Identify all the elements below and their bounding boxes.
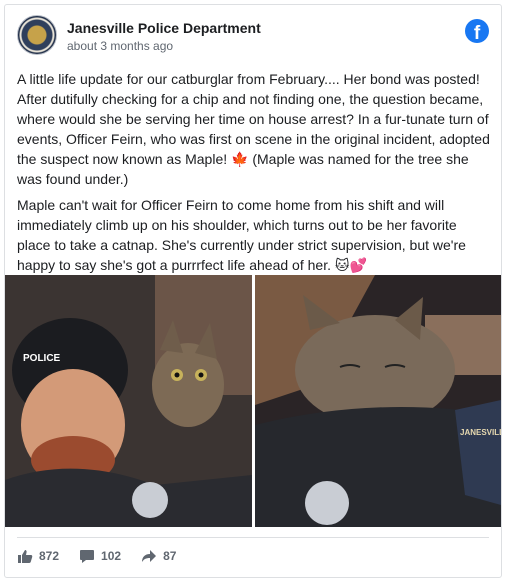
share-arrow-icon — [142, 549, 157, 562]
post-timestamp[interactable]: about 3 months ago — [67, 39, 173, 53]
svg-text:POLICE: POLICE — [23, 353, 61, 364]
photo-officer-with-cat[interactable]: POLICE — [5, 275, 252, 527]
post-paragraph: Maple can't wait for Officer Feirn to co… — [17, 197, 466, 273]
photo-grid: POLICE JANESVIL — [5, 275, 501, 527]
officer-cat-illustration: POLICE — [5, 275, 252, 527]
share-count[interactable]: 87 — [141, 548, 176, 564]
svg-text:JANESVILLE: JANESVILLE — [460, 428, 501, 437]
comment-icon — [80, 549, 95, 563]
comment-count[interactable]: 102 — [79, 548, 121, 564]
page-name[interactable]: Janesville Police Department — [67, 20, 261, 36]
engagement-bar: 872 102 87 — [17, 537, 489, 573]
facebook-post-card: Janesville Police Department about 3 mon… — [4, 4, 502, 578]
post-paragraph: A little life update for our catburglar … — [17, 71, 490, 187]
like-count[interactable]: 872 — [17, 548, 59, 564]
page-avatar[interactable] — [17, 15, 57, 55]
sleeping-cat-illustration: JANESVILLE — [255, 275, 501, 527]
facebook-logo-icon[interactable]: f — [465, 19, 489, 43]
photo-cat-sleeping-on-shoulder[interactable]: JANESVILLE — [255, 275, 501, 527]
post-text: A little life update for our catburglar … — [17, 69, 491, 281]
like-thumb-icon — [18, 549, 33, 563]
post-header: Janesville Police Department about 3 mon… — [17, 15, 489, 59]
